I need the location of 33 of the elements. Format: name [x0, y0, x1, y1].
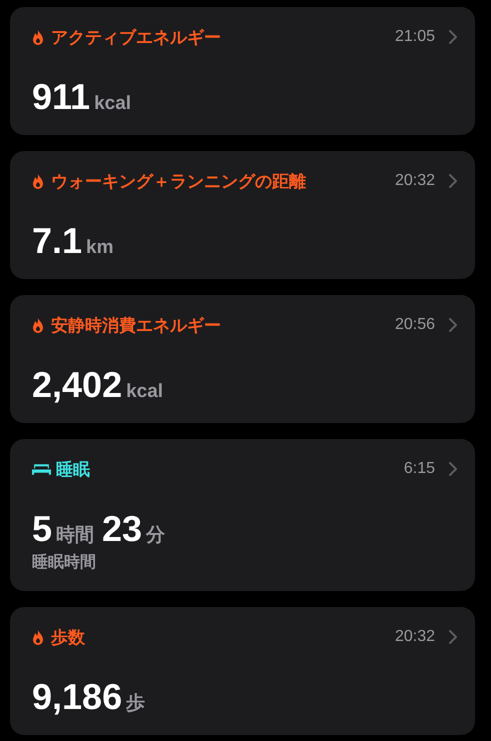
chevron-icon — [449, 630, 457, 644]
unit-label: kcal — [126, 381, 164, 403]
chevron-icon — [449, 318, 457, 332]
summary-card[interactable]: 睡眠 6:15 5 時間 23 分 睡眠時間 — [10, 439, 475, 591]
metric-caption: 睡眠時間 — [32, 552, 97, 573]
metric-value: 9,186 — [32, 675, 122, 719]
summary-card[interactable]: 歩数 20:32 9,186 歩 — [10, 607, 475, 735]
unit-label: km — [86, 237, 114, 259]
summary-card[interactable]: ウォーキング＋ランニングの距離 20:32 7.1 km — [10, 151, 475, 279]
metric-value: 7.1 — [32, 219, 82, 263]
chevron-icon — [449, 30, 457, 44]
metric-value: 911 — [32, 75, 90, 119]
card-title: アクティブエネルギー — [51, 26, 222, 48]
timestamp: 20:32 — [394, 172, 435, 190]
metric-value: 2,402 — [32, 363, 122, 407]
unit-label: 歩 — [126, 692, 146, 716]
unit-label: kcal — [94, 93, 132, 115]
timestamp: 20:32 — [394, 628, 435, 646]
metric-value: 5 — [32, 507, 52, 551]
timestamp: 21:05 — [394, 28, 435, 46]
summary-card[interactable]: 安静時消費エネルギー 20:56 2,402 kcal — [10, 295, 475, 423]
timestamp: 20:56 — [394, 316, 435, 334]
timestamp: 6:15 — [404, 460, 435, 478]
summary-card[interactable]: アクティブエネルギー 21:05 911 kcal — [10, 7, 475, 135]
chevron-icon — [449, 462, 457, 476]
card-title: 睡眠 — [56, 458, 91, 480]
card-title: 歩数 — [51, 626, 86, 648]
chevron-icon — [449, 174, 457, 188]
unit-label: 時間 — [56, 524, 94, 548]
metric-value: 23 — [102, 507, 142, 551]
card-title: ウォーキング＋ランニングの距離 — [51, 170, 307, 192]
card-title: 安静時消費エネルギー — [51, 314, 222, 336]
unit-label: 分 — [146, 524, 166, 548]
